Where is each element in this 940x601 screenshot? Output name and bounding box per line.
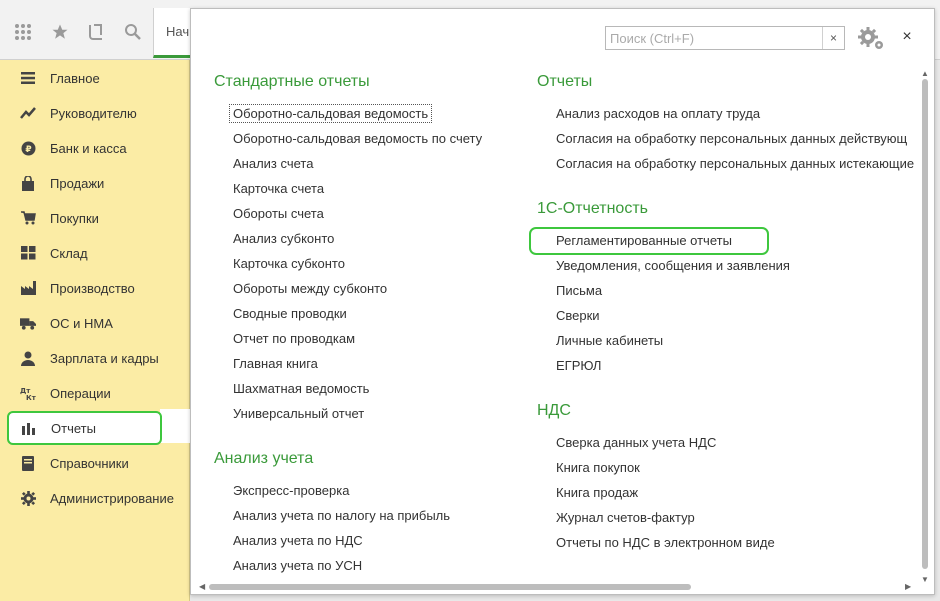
close-icon[interactable]: × <box>897 27 917 47</box>
trend-icon <box>20 105 36 121</box>
report-link[interactable]: Сверка данных учета НДС <box>556 435 716 450</box>
report-link[interactable]: Личные кабинеты <box>556 333 663 348</box>
vertical-scroll-thumb[interactable] <box>922 79 928 569</box>
sidebar-item-label: ОС и НМА <box>50 315 113 331</box>
horizontal-scroll-thumb[interactable] <box>209 584 691 590</box>
scroll-down-icon[interactable]: ▼ <box>921 575 929 584</box>
settings-gear-icon[interactable] <box>856 24 886 52</box>
sidebar-item-6[interactable]: Производство <box>8 271 186 305</box>
sidebar-item-4[interactable]: Покупки <box>8 201 186 235</box>
highlight-regulated-reports <box>529 227 769 255</box>
horizontal-scrollbar[interactable]: ◀ ▶ <box>199 581 915 593</box>
section-title: Анализ учета <box>214 450 314 467</box>
factory-icon <box>20 280 36 296</box>
report-link[interactable]: Обороты между субконто <box>233 281 387 296</box>
report-link[interactable]: Шахматная ведомость <box>233 381 369 396</box>
svg-text:₽: ₽ <box>25 145 31 155</box>
report-link[interactable]: Анализ субконто <box>233 231 334 246</box>
sidebar-item-3[interactable]: Продажи <box>8 166 186 200</box>
sidebar-item-label: Главное <box>50 70 100 86</box>
report-link[interactable]: Анализ учета по УСН <box>233 558 362 573</box>
search-input[interactable] <box>606 27 816 49</box>
report-link[interactable]: Оборотно-сальдовая ведомость <box>228 104 433 123</box>
report-link[interactable]: Отчет по проводкам <box>233 331 355 346</box>
bag-icon <box>20 175 36 191</box>
debit-credit-icon: Дт Кт <box>20 385 36 401</box>
search-field[interactable]: × <box>605 26 845 50</box>
active-tab-connector <box>160 409 190 443</box>
report-link[interactable]: Журнал счетов-фактур <box>556 510 695 525</box>
sidebar-item-label: Операции <box>50 385 111 401</box>
report-link[interactable]: ЕГРЮЛ <box>556 358 601 373</box>
report-link[interactable]: Книга продаж <box>556 485 638 500</box>
truck-icon <box>20 315 36 331</box>
report-link[interactable]: Анализ счета <box>233 156 313 171</box>
sidebar-item-7[interactable]: ОС и НМА <box>8 306 186 340</box>
section-title: НДС <box>537 402 571 419</box>
gear-icon <box>20 490 36 506</box>
report-link[interactable]: Уведомления, сообщения и заявления <box>556 258 790 273</box>
clear-search-button[interactable]: × <box>822 27 844 49</box>
report-link[interactable]: Анализ учета по налогу на прибыль <box>233 508 450 523</box>
section-title: Отчеты <box>537 73 593 90</box>
report-link[interactable]: Главная книга <box>233 356 318 371</box>
sidebar-item-label: Банк и касса <box>50 140 127 156</box>
svg-text:Кт: Кт <box>26 394 36 401</box>
report-link[interactable]: Обороты счета <box>233 206 324 221</box>
sidebar-item-label: Склад <box>50 245 88 261</box>
report-link[interactable]: Книга покупок <box>556 460 640 475</box>
sidebar-item-0[interactable]: Главное <box>8 61 186 95</box>
sidebar-item-label: Справочники <box>50 455 129 471</box>
book-icon <box>20 455 36 471</box>
scroll-left-icon[interactable]: ◀ <box>199 582 205 591</box>
sidebar-item-label: Продажи <box>50 175 105 191</box>
sidebar-item-label: Администрирование <box>50 490 174 506</box>
section-title: 1С-Отчетность <box>537 200 648 217</box>
right-column: Отчеты Анализ расходов на оплату труда Сог… <box>537 69 921 579</box>
sidebar-item-8[interactable]: Зарплата и кадры <box>8 341 186 375</box>
report-link[interactable]: Согласия на обработку персональных данны… <box>556 131 907 146</box>
sidebar-item-label: Покупки <box>50 210 99 226</box>
ruble-icon: ₽ <box>20 140 36 156</box>
sidebar-item-5[interactable]: Склад <box>8 236 186 270</box>
sidebar-item-label: Отчеты <box>51 420 96 436</box>
section-title: Стандартные отчеты <box>214 73 370 90</box>
bar-chart-icon <box>21 420 37 436</box>
person-icon <box>20 350 36 366</box>
star-icon[interactable] <box>48 20 72 44</box>
sidebar-item-label: Зарплата и кадры <box>50 350 159 366</box>
report-link[interactable]: Письма <box>556 283 602 298</box>
scroll-right-icon[interactable]: ▶ <box>905 582 911 591</box>
report-link[interactable]: Карточка счета <box>233 181 324 196</box>
sidebar-item-1[interactable]: Руководителю <box>8 96 186 130</box>
report-link[interactable]: Согласия на обработку персональных данны… <box>556 156 914 171</box>
reports-panel: × × Стандартные отчеты Оборотно-сальдовая… <box>190 8 935 595</box>
menu-lines-icon <box>20 70 36 86</box>
cart-icon <box>20 210 36 226</box>
sidebar-item-10[interactable]: Отчеты <box>7 411 162 445</box>
tab-start-page[interactable]: Нач <box>153 8 193 58</box>
report-link[interactable]: Карточка субконто <box>233 256 345 271</box>
scroll-up-icon[interactable]: ▲ <box>921 69 929 78</box>
sidebar-item-2[interactable]: ₽ Банк и касса <box>8 131 186 165</box>
report-link[interactable]: Экспресс-проверка <box>233 483 349 498</box>
report-link[interactable]: Сводные проводки <box>233 306 347 321</box>
report-link[interactable]: Анализ расходов на оплату труда <box>556 106 760 121</box>
sidebar-item-label: Руководителю <box>50 105 137 121</box>
sidebar-item-label: Производство <box>50 280 135 296</box>
sidebar-item-12[interactable]: Администрирование <box>8 481 186 515</box>
search-icon[interactable] <box>121 20 145 44</box>
report-link[interactable]: Отчеты по НДС в электронном виде <box>556 535 775 550</box>
history-icon[interactable] <box>84 20 108 44</box>
report-link[interactable]: Универсальный отчет <box>233 406 364 421</box>
report-link[interactable]: Анализ учета по НДС <box>233 533 363 548</box>
vertical-scrollbar[interactable]: ▲ ▼ <box>919 69 931 586</box>
warehouse-icon <box>20 245 36 261</box>
report-link[interactable]: Оборотно-сальдовая ведомость по счету <box>233 131 482 146</box>
sidebar-item-9[interactable]: Дт Кт Операции <box>8 376 186 410</box>
grid-icon[interactable] <box>11 20 35 44</box>
report-link[interactable]: Сверки <box>556 308 600 323</box>
sidebar-item-11[interactable]: Справочники <box>8 446 186 480</box>
